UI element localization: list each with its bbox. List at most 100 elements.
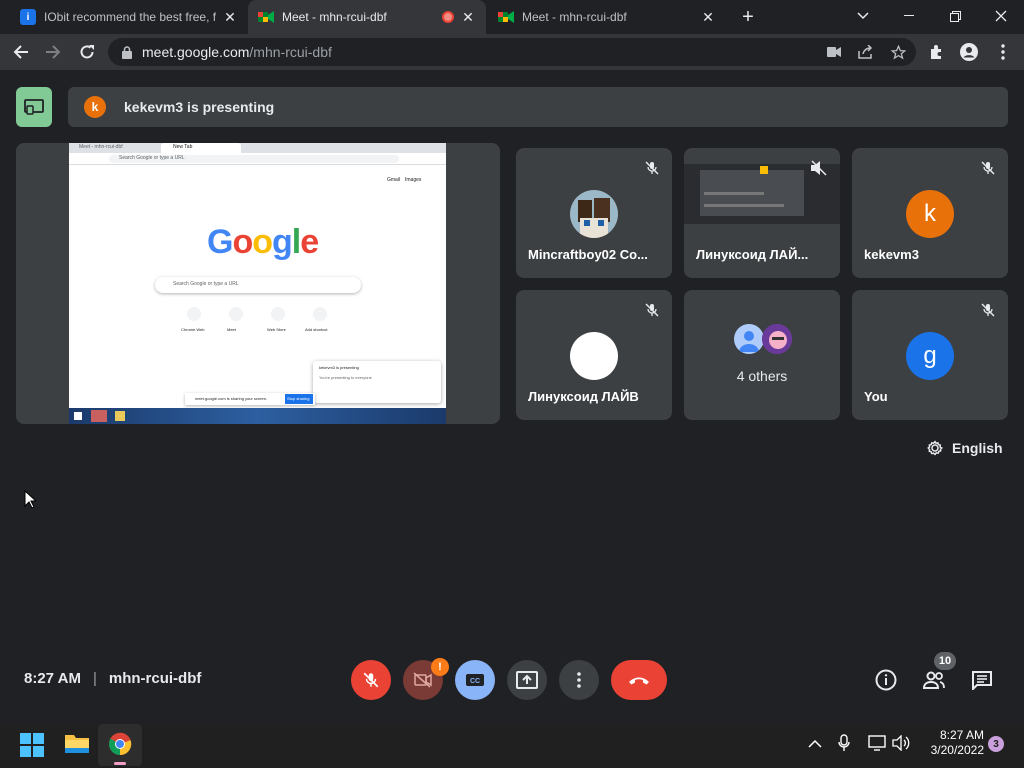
mini-shortcut-label: Add shortcut	[305, 327, 328, 332]
presenter-avatar: k	[84, 96, 106, 118]
address-bar[interactable]: meet.google.com/mhn-rcui-dbf	[108, 38, 916, 66]
others-tile[interactable]: 4 others	[684, 290, 840, 420]
tab-title: IObit recommend the best free, f	[44, 10, 216, 24]
mini-sharing-bar: meet.google.com is sharing your screen. …	[185, 393, 315, 405]
meeting-info: 8:27 AM | mhn-rcui-dbf	[24, 670, 201, 687]
mini-shortcut-icon	[271, 307, 285, 321]
close-window-button[interactable]	[978, 0, 1024, 32]
mini-notif-title: kekevm3 is presenting	[319, 365, 359, 370]
tab-search-button[interactable]	[840, 0, 886, 32]
mic-off-icon	[645, 303, 659, 317]
show-hidden-icons-button[interactable]	[808, 736, 826, 754]
camera-in-use-icon[interactable]	[820, 38, 848, 66]
file-explorer-button[interactable]	[64, 732, 90, 758]
taskbar-time: 8:27 AM	[939, 728, 984, 742]
participant-tile[interactable]: Линуксоид ЛАЙ...	[684, 148, 840, 278]
chrome-icon	[109, 732, 132, 756]
camera-alert-badge: !	[431, 658, 449, 676]
browser-menu-icon[interactable]	[988, 34, 1018, 70]
folder-icon	[65, 735, 89, 753]
participant-photo-avatar	[570, 190, 618, 238]
url-path: /mhn-rcui-dbf	[249, 44, 332, 60]
google-meet-icon	[258, 9, 274, 25]
toggle-mic-button[interactable]	[351, 660, 391, 700]
microphone-icon	[838, 734, 850, 751]
chevron-up-icon	[808, 739, 822, 748]
mini-stop-sharing-label: Stop sharing	[287, 396, 310, 401]
volume-tray-icon[interactable]	[892, 734, 912, 753]
reload-button[interactable]	[72, 34, 102, 70]
participant-name: Линуксоид ЛАЙВ	[528, 389, 639, 404]
close-tab-icon[interactable]: ✕	[460, 9, 476, 26]
close-tab-icon[interactable]: ✕	[700, 9, 716, 26]
people-icon	[922, 671, 945, 689]
volume-off-icon	[811, 160, 827, 176]
self-tile[interactable]: g You	[852, 290, 1008, 420]
more-vert-icon	[577, 672, 581, 688]
share-icon[interactable]	[852, 38, 880, 66]
active-app-indicator	[114, 762, 126, 765]
present-now-button[interactable]	[507, 660, 547, 700]
mic-off-icon	[981, 161, 995, 175]
clock[interactable]: 8:27 AM 3/20/2022	[922, 728, 984, 758]
present-screen-icon	[516, 671, 538, 689]
lock-icon[interactable]	[122, 45, 132, 59]
screen-preview-line	[704, 204, 784, 207]
profile-avatar[interactable]	[954, 34, 984, 70]
iobit-icon: i	[20, 9, 36, 25]
forward-button[interactable]	[38, 34, 68, 70]
meeting-details-button[interactable]	[868, 662, 904, 698]
chat-button[interactable]	[964, 662, 1000, 698]
browser-tab-strip: i IObit recommend the best free, f ✕ Mee…	[0, 0, 1024, 34]
participant-tile[interactable]: Линуксоид ЛАЙВ	[516, 290, 672, 420]
participant-name: Линуксоид ЛАЙ...	[696, 247, 809, 262]
captions-language-button[interactable]: English	[926, 438, 1003, 458]
mini-shortcut-label: Chrome Web	[181, 327, 205, 332]
participant-tile[interactable]: k kekevm3	[852, 148, 1008, 278]
minimize-button[interactable]	[886, 0, 932, 32]
more-options-button[interactable]	[559, 660, 599, 700]
participant-tile[interactable]: Mincraftboy02 Co...	[516, 148, 672, 278]
mic-off-icon	[363, 672, 379, 688]
mic-off-icon	[981, 303, 995, 317]
google-meet-icon	[498, 9, 514, 25]
meeting-time: 8:27 AM	[24, 670, 81, 687]
extensions-icon[interactable]	[922, 34, 952, 70]
mini-notification: kekevm3 is presenting You're presenting …	[313, 361, 441, 403]
network-tray-icon[interactable]	[868, 735, 888, 753]
close-tab-icon[interactable]: ✕	[222, 9, 238, 26]
closed-captions-icon: CC	[466, 674, 484, 686]
bookmark-star-icon[interactable]	[884, 38, 912, 66]
mini-taskbar	[69, 408, 446, 424]
google-logo: Google	[207, 223, 319, 261]
tab-iobit[interactable]: i IObit recommend the best free, f ✕	[10, 0, 248, 34]
back-button[interactable]	[6, 34, 36, 70]
mini-tab-strip: Meet - mhn-rcui-dbf New Tab	[69, 143, 446, 153]
mini-shortcut-icon	[313, 307, 327, 321]
restore-button[interactable]	[932, 0, 978, 32]
default-avatar-icon	[734, 324, 764, 354]
meeting-code: mhn-rcui-dbf	[108, 670, 202, 687]
mini-tab-title: Meet - mhn-rcui-dbf	[79, 144, 123, 150]
tab-meet-active[interactable]: Meet - mhn-rcui-dbf ✕	[248, 0, 486, 34]
presentation-layout-button[interactable]	[16, 87, 52, 127]
mini-shortcut-label: Meet	[227, 327, 236, 332]
info-icon	[875, 669, 897, 691]
leave-call-button[interactable]	[611, 660, 667, 700]
url-host: meet.google.com	[142, 44, 250, 60]
gear-icon	[927, 440, 944, 456]
captions-button[interactable]: CC	[455, 660, 495, 700]
mini-notif-text: You're presenting to everyone	[319, 375, 372, 380]
chrome-taskbar-button[interactable]	[98, 724, 142, 766]
chat-icon	[972, 671, 992, 690]
new-tab-button[interactable]: +	[734, 6, 762, 28]
mini-images-link: Images	[405, 177, 422, 183]
notifications-badge[interactable]: 3	[988, 736, 1004, 752]
start-button[interactable]	[20, 733, 44, 757]
mini-search-box: Search Google or type a URL	[155, 277, 361, 293]
screen-preview-line	[704, 192, 764, 195]
others-count: 4 others	[736, 368, 788, 384]
tab-meet-2[interactable]: Meet - mhn-rcui-dbf ✕	[488, 0, 726, 34]
self-avatar: g	[906, 332, 954, 380]
microphone-tray-icon[interactable]	[838, 734, 854, 754]
